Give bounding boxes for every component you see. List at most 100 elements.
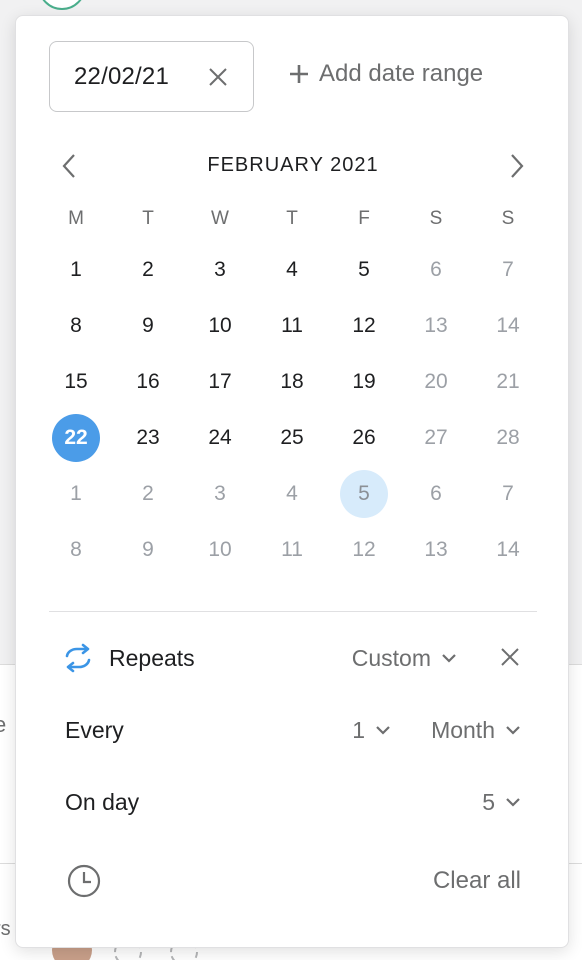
calendar-day[interactable]: 13 (400, 298, 472, 354)
repeat-mode-select[interactable]: Custom (352, 645, 457, 672)
calendar-day[interactable]: 2 (112, 466, 184, 522)
calendar-day-number: 9 (142, 314, 154, 337)
weekday-header: T (142, 208, 154, 229)
calendar-day[interactable]: 21 (472, 354, 544, 410)
calendar-day-number: 10 (208, 538, 232, 561)
repeat-mode-value: Custom (351, 644, 431, 671)
calendar-day[interactable]: 12 (328, 298, 400, 354)
calendar-day-number: 20 (424, 370, 448, 393)
calendar-day[interactable]: 8 (40, 522, 112, 578)
calendar-day[interactable]: 11 (256, 522, 328, 578)
calendar-day[interactable]: 6 (400, 242, 472, 298)
calendar-day[interactable]: 5 (328, 242, 400, 298)
calendar-day-number: 11 (281, 538, 303, 561)
calendar-day[interactable]: 19 (328, 354, 400, 410)
calendar-day-number: 9 (142, 538, 154, 561)
repeats-label: Repeats (109, 644, 195, 671)
calendar-day-number: 10 (208, 314, 232, 337)
add-date-range-label: Add date range (319, 60, 484, 87)
calendar-day-number: 16 (136, 370, 160, 393)
repeats-row: Repeats Custom (65, 638, 521, 678)
calendar-day-number: 6 (430, 258, 442, 281)
calendar-day[interactable]: 26 (328, 410, 400, 466)
calendar-day[interactable]: 28 (472, 410, 544, 466)
calendar-day[interactable]: 1 (40, 242, 112, 298)
calendar-day-selected[interactable]: 22 (40, 410, 112, 466)
calendar-day[interactable]: 17 (184, 354, 256, 410)
calendar-day-number: 21 (496, 370, 520, 393)
calendar-day-number: 1 (70, 482, 82, 505)
weekday-header: T (286, 208, 298, 229)
calendar-day-number: 11 (281, 314, 303, 337)
calendar-day[interactable]: 11 (256, 298, 328, 354)
calendar-day-number: 4 (286, 258, 298, 281)
on-day-value: 5 (482, 788, 495, 815)
calendar-day[interactable]: 27 (400, 410, 472, 466)
month-title: FEBRUARY 2021 (207, 154, 379, 176)
calendar-day[interactable]: 16 (112, 354, 184, 410)
calendar-day-number: 8 (70, 314, 82, 337)
calendar-day[interactable]: 3 (184, 242, 256, 298)
calendar-day[interactable]: 2 (112, 242, 184, 298)
interval-unit-select[interactable]: Month (431, 717, 521, 744)
interval-unit-value: Month (431, 716, 495, 743)
calendar-day[interactable]: 1 (40, 466, 112, 522)
picker-footer: Clear all (65, 862, 521, 902)
close-icon[interactable] (207, 66, 229, 88)
calendar-day-number: 14 (496, 538, 520, 561)
chevron-down-icon (376, 726, 390, 735)
calendar-day[interactable]: 25 (256, 410, 328, 466)
add-date-range-button[interactable]: Add date range (289, 60, 483, 88)
calendar-day-number: 14 (496, 314, 520, 337)
clock-icon[interactable] (67, 864, 101, 898)
calendar-day[interactable]: 7 (472, 242, 544, 298)
weekday-header: M (68, 208, 84, 229)
calendar-day[interactable]: 23 (112, 410, 184, 466)
chevron-right-icon[interactable] (505, 152, 529, 180)
calendar-day-number: 22 (52, 414, 100, 462)
calendar-day-number: 4 (286, 482, 298, 505)
calendar-day-number: 2 (142, 482, 154, 505)
clear-all-button[interactable]: Clear all (433, 867, 521, 895)
calendar-day-number: 27 (424, 426, 448, 449)
repeat-icon (65, 643, 91, 673)
calendar-day[interactable]: 20 (400, 354, 472, 410)
calendar-day[interactable]: 6 (400, 466, 472, 522)
calendar-day[interactable]: 24 (184, 410, 256, 466)
on-day-row: On day 5 (65, 782, 521, 822)
background-avatar-ring (38, 0, 86, 10)
calendar-day-number: 7 (502, 258, 514, 281)
calendar-day-highlighted[interactable]: 5 (328, 466, 400, 522)
calendar-day-number: 26 (352, 426, 376, 449)
calendar-day[interactable]: 10 (184, 298, 256, 354)
plus-icon (290, 65, 308, 83)
calendar-day[interactable]: 9 (112, 298, 184, 354)
calendar-day[interactable]: 15 (40, 354, 112, 410)
calendar-day[interactable]: 12 (328, 522, 400, 578)
calendar-day[interactable]: 10 (184, 522, 256, 578)
interval-select[interactable]: 1 (352, 717, 391, 744)
background-text-fragment-bottom: rs (0, 918, 11, 940)
calendar-day-number: 28 (496, 426, 520, 449)
calendar-day[interactable]: 18 (256, 354, 328, 410)
calendar-day[interactable]: 3 (184, 466, 256, 522)
calendar-day-number: 12 (352, 314, 376, 337)
calendar-day[interactable]: 14 (472, 522, 544, 578)
calendar-day[interactable]: 8 (40, 298, 112, 354)
calendar-day-number: 5 (358, 258, 370, 281)
calendar-day-number: 5 (340, 470, 388, 518)
calendar-day-number: 3 (214, 258, 226, 281)
date-input-value: 22/02/21 (74, 62, 170, 90)
calendar-day[interactable]: 13 (400, 522, 472, 578)
background-text-fragment: e (0, 712, 7, 737)
calendar-day[interactable]: 4 (256, 242, 328, 298)
calendar-day[interactable]: 7 (472, 466, 544, 522)
chevron-down-icon (506, 798, 520, 807)
calendar-day[interactable]: 4 (256, 466, 328, 522)
on-day-select[interactable]: 5 (482, 789, 521, 816)
date-input-field[interactable]: 22/02/21 (49, 41, 254, 112)
weekday-header: S (501, 208, 515, 229)
calendar-day[interactable]: 14 (472, 298, 544, 354)
close-icon[interactable] (499, 646, 521, 668)
calendar-day[interactable]: 9 (112, 522, 184, 578)
